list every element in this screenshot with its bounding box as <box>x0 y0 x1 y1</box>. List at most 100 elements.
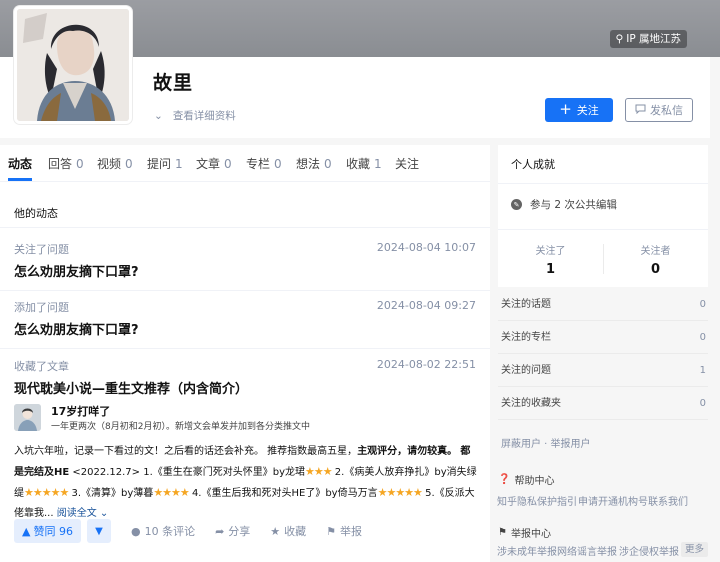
tab-following[interactable]: 关注 <box>395 155 419 172</box>
sidebar-item-count: 1 <box>699 365 706 376</box>
tab-count: 0 <box>125 157 133 171</box>
avatar-image <box>17 9 129 121</box>
sidebar-item-label: 关注的问题 <box>501 365 551 376</box>
ip-location-text: IP 属地江苏 <box>626 33 681 45</box>
sidebar-item-count: 0 <box>699 299 706 310</box>
collect-button[interactable]: ★ 收藏 <box>270 523 306 539</box>
following-label: 关注了 <box>535 246 566 257</box>
feed-item-time: 2024-08-04 09:27 <box>376 299 476 312</box>
chevron-down-icon: ⌄ <box>154 109 163 122</box>
tab-label: 想法 <box>296 157 321 171</box>
report-button[interactable]: ⚑ 举报 <box>326 523 362 539</box>
feed-item-title[interactable]: 怎么劝朋友摘下口罩? <box>14 319 139 338</box>
excerpt-text: <2022.12.7> 1.《重生在豪门死对头怀里》by龙珺 <box>69 467 306 478</box>
star-icon: ★ <box>270 524 281 538</box>
divider <box>0 348 490 349</box>
upvote-button[interactable]: ▲ 赞同 96 <box>14 519 81 543</box>
comments-button[interactable]: ● 10 条评论 <box>131 523 195 539</box>
sidebar-item-topics[interactable]: 关注的话题 0 <box>498 288 708 321</box>
achievement-text: 参与 2 次公共编辑 <box>530 199 617 211</box>
tab-count: 0 <box>224 157 232 171</box>
chevron-down-icon: ⌄ <box>99 508 109 519</box>
tab-label: 回答 <box>48 157 73 171</box>
tab-articles[interactable]: 文章 0 <box>196 155 232 172</box>
read-more-label: 阅读全文 <box>56 508 97 519</box>
feed-item-title[interactable]: 怎么劝朋友摘下口罩? <box>14 261 139 280</box>
help-link-privacy[interactable]: 知乎隐私保护指引 <box>497 493 577 508</box>
tab-label: 文章 <box>196 157 221 171</box>
sidebar-item-count: 0 <box>699 332 706 343</box>
excerpt-bold: 主观评分，请勿较真。 <box>357 446 458 457</box>
tab-collections[interactable]: 收藏 1 <box>346 155 382 172</box>
feed-item-action: 关注了问题 <box>14 243 69 256</box>
feed-item-time: 2024-08-04 10:07 <box>376 241 476 254</box>
tab-count: 0 <box>324 157 332 171</box>
tab-label: 专栏 <box>246 157 271 171</box>
sidebar-item-collections[interactable]: 关注的收藏夹 0 <box>498 387 708 420</box>
help-center-label: 帮助中心 <box>514 476 555 487</box>
block-report-user-link[interactable]: 屏蔽用户 · 举报用户 <box>501 435 591 450</box>
article-excerpt[interactable]: 入坑六年啦，记录一下看过的文！之后看的话还会补充。 推荐指数最高五星，主观评分，… <box>14 442 480 524</box>
downvote-button[interactable]: ▼ <box>86 519 111 543</box>
comments-label: 10 条评论 <box>144 525 196 538</box>
share-label: 分享 <box>228 525 251 538</box>
active-tab-indicator <box>8 178 32 181</box>
author-name[interactable]: 17岁打咩了 <box>51 403 110 419</box>
followers-label: 关注者 <box>640 246 671 257</box>
tab-count: 0 <box>76 157 84 171</box>
report-label: 举报 <box>340 525 363 538</box>
tab-videos[interactable]: 视频 0 <box>97 155 133 172</box>
sidebar-item-questions[interactable]: 关注的问题 1 <box>498 354 708 387</box>
tab-thoughts[interactable]: 想法 0 <box>296 155 332 172</box>
read-more-link[interactable]: 阅读全文 ⌄ <box>57 508 109 519</box>
upvote-label: 赞同 96 <box>33 525 73 538</box>
feed-item-time: 2024-08-02 22:51 <box>376 358 476 371</box>
send-message-label: 发私信 <box>650 104 683 117</box>
tab-answers[interactable]: 回答 0 <box>48 155 84 172</box>
ip-location-badge: ⚲ IP 属地江苏 <box>609 30 687 48</box>
triangle-down-icon: ▼ <box>95 525 103 537</box>
author-bio: 一年更两次（8月初和2月初）。新增文会单发并加到各分类推文中 <box>51 422 310 432</box>
author-avatar[interactable] <box>14 404 41 431</box>
sidebar-item-columns[interactable]: 关注的专栏 0 <box>498 321 708 354</box>
tab-count: 1 <box>175 157 183 171</box>
tab-columns[interactable]: 专栏 0 <box>246 155 282 172</box>
triangle-up-icon: ▲ <box>22 524 31 538</box>
sidebar-item-label: 关注的专栏 <box>501 332 551 343</box>
following-stat[interactable]: 关注了 1 <box>498 230 603 288</box>
excerpt-text: 入坑六年啦，记录一下看过的文！之后看的话还会补充。 推荐指数最高五星， <box>14 446 358 457</box>
sidebar-item-label: 关注的话题 <box>501 299 551 310</box>
avatar[interactable] <box>14 6 132 124</box>
achievement-title: 个人成就 <box>498 145 708 184</box>
excerpt-text: 4.《重生后我和死对头HE了》by倚马万言 <box>188 488 378 499</box>
page-title: 故里 <box>153 72 194 94</box>
feed-item-title[interactable]: 现代耽美小说—重生文推荐（内含简介） <box>14 378 248 397</box>
tab-questions[interactable]: 提问 1 <box>147 155 183 172</box>
achievement-card: 个人成就 ✎ 参与 2 次公共编辑 <box>498 145 708 231</box>
chat-bubble-icon <box>635 104 646 117</box>
tab-label: 动态 <box>8 157 33 171</box>
flag-icon: ⚑ <box>326 524 337 538</box>
author-avatar-image <box>14 404 41 431</box>
tab-count: 1 <box>374 157 382 171</box>
follow-stats: 关注了 1 关注者 0 <box>498 229 708 287</box>
report-link-minors[interactable]: 涉未成年举报 <box>497 543 557 558</box>
share-button[interactable]: ➦ 分享 <box>215 523 250 539</box>
send-message-button[interactable]: 发私信 <box>625 98 693 122</box>
article-actions: ▲ 赞同 96 ▼ ● 10 条评论 ➦ 分享 ★ 收藏 ⚑ 举报 <box>14 519 362 543</box>
report-link-infringement[interactable]: 涉企侵权举报 <box>619 543 679 558</box>
follow-button-label: 关注 <box>576 104 599 117</box>
follow-button[interactable]: + 关注 <box>545 98 613 122</box>
tab-activity[interactable]: 动态 <box>8 155 32 172</box>
help-link-contact[interactable]: 联系我们 <box>648 493 688 508</box>
comment-icon: ● <box>130 524 141 538</box>
report-link-rumors[interactable]: 网络谣言举报 <box>557 543 617 558</box>
view-details-link[interactable]: ⌄ 查看详细资料 <box>154 108 236 123</box>
sidebar-item-count: 0 <box>699 398 706 409</box>
star-icon: ★★★★★ <box>377 486 423 499</box>
star-icon: ★★★★★ <box>24 486 69 499</box>
more-button[interactable]: 更多 <box>681 542 709 557</box>
star-icon: ★★★★ <box>153 486 189 499</box>
help-link-org-account[interactable]: 申请开通机构号 <box>578 493 648 508</box>
followers-stat[interactable]: 关注者 0 <box>603 230 708 288</box>
